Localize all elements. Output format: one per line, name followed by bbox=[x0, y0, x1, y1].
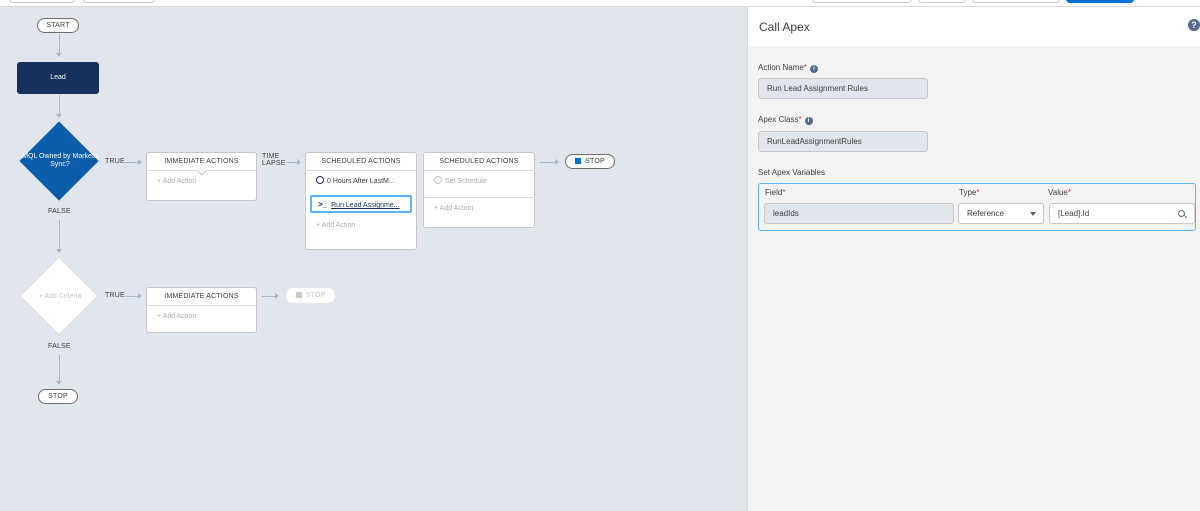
connector bbox=[262, 296, 276, 297]
card-title: SCHEDULED ACTIONS bbox=[306, 153, 416, 171]
value-column-label: Value* bbox=[1048, 188, 1071, 197]
search-icon[interactable] bbox=[1178, 210, 1185, 217]
stop-node-2: STOP bbox=[286, 288, 335, 303]
toolbar bbox=[0, 0, 1200, 7]
criteria-label: MQL Owned by Marketo Sync? bbox=[22, 153, 98, 168]
scheduled-actions-card: SCHEDULED ACTIONS 0 Hours After LastM...… bbox=[305, 152, 417, 250]
field-column-label: Field* bbox=[765, 188, 786, 197]
question-icon[interactable]: ? bbox=[1188, 19, 1200, 31]
apex-class-field[interactable]: RunLeadAssignmentRules bbox=[758, 131, 928, 152]
start-node: START bbox=[37, 18, 79, 33]
false-label: FALSE bbox=[48, 208, 71, 215]
apex-class-label: Apex Class* i bbox=[758, 115, 813, 125]
toolbar-button[interactable] bbox=[918, 0, 966, 3]
stop-node: STOP bbox=[565, 154, 615, 169]
true-label: TRUE bbox=[105, 158, 125, 165]
false-label: FALSE bbox=[48, 343, 71, 350]
add-action-button[interactable]: + Add Action bbox=[306, 215, 416, 237]
arrow-down-icon bbox=[56, 114, 62, 118]
toolbar-button[interactable] bbox=[9, 0, 75, 3]
scheduled-actions-card-2: SCHEDULED ACTIONS Set Schedule + Add Act… bbox=[423, 152, 535, 228]
toolbar-primary-button[interactable] bbox=[1066, 0, 1134, 3]
toolbar-button[interactable] bbox=[812, 0, 912, 3]
chevron-down-icon bbox=[1030, 212, 1036, 216]
process-canvas: START Lead MQL Owned by Marketo Sync? TR… bbox=[0, 7, 747, 511]
connector bbox=[125, 296, 139, 297]
call-apex-panel: Call Apex ? Action Name* i Run Lead Assig… bbox=[747, 7, 1200, 511]
connector bbox=[59, 34, 60, 54]
stop-icon bbox=[575, 158, 582, 164]
add-criteria-label: + Add Criteria bbox=[38, 293, 82, 300]
field-input[interactable]: leadIds bbox=[764, 203, 954, 224]
connector bbox=[59, 355, 60, 382]
true-label: TRUE bbox=[105, 292, 125, 299]
time-lapse-label: TIME LAPSE bbox=[262, 153, 286, 167]
connector bbox=[125, 162, 139, 163]
arrow-down-icon bbox=[56, 249, 62, 253]
set-schedule-row[interactable]: Set Schedule bbox=[424, 171, 534, 193]
type-select[interactable]: Reference bbox=[958, 203, 1044, 224]
connector bbox=[540, 162, 556, 163]
connector bbox=[59, 220, 60, 250]
arrow-right-icon bbox=[275, 293, 279, 299]
toolbar-button[interactable] bbox=[972, 0, 1060, 3]
info-icon[interactable]: i bbox=[809, 65, 818, 73]
type-column-label: Type* bbox=[959, 188, 980, 197]
immediate-actions-card-2: IMMEDIATE ACTIONS + Add Action bbox=[146, 287, 257, 333]
arrow-right-icon bbox=[138, 159, 142, 165]
apex-variables-row: Field* Type* Value* leadIds Reference [L… bbox=[758, 183, 1196, 231]
apex-icon: >_ bbox=[318, 200, 328, 209]
object-node-lead[interactable]: Lead bbox=[17, 62, 99, 94]
arrow-down-icon bbox=[56, 381, 62, 385]
card-title: SCHEDULED ACTIONS bbox=[424, 153, 534, 171]
arrow-right-icon bbox=[138, 293, 142, 299]
add-action-button[interactable]: + Add Action bbox=[147, 306, 256, 328]
add-action-button[interactable]: + Add Action bbox=[424, 197, 534, 219]
card-title: IMMEDIATE ACTIONS bbox=[147, 153, 256, 176]
action-name-label: Action Name* i bbox=[758, 63, 818, 73]
panel-title: Call Apex bbox=[759, 20, 810, 34]
arrow-right-icon bbox=[555, 159, 559, 165]
toolbar-button[interactable] bbox=[83, 0, 155, 3]
arrow-right-icon bbox=[297, 159, 301, 165]
connector bbox=[59, 95, 60, 115]
stop-node-3: STOP bbox=[38, 389, 78, 404]
clock-icon bbox=[434, 176, 442, 184]
schedule-row[interactable]: 0 Hours After LastM... bbox=[306, 171, 416, 193]
info-icon[interactable]: i bbox=[804, 117, 813, 125]
card-title: IMMEDIATE ACTIONS bbox=[147, 288, 256, 306]
apex-action-row[interactable]: >_ Run Lead Assignme... bbox=[310, 195, 412, 213]
stop-icon bbox=[295, 292, 302, 298]
immediate-actions-card: IMMEDIATE ACTIONS + Add Action bbox=[146, 152, 257, 201]
action-name-field[interactable]: Run Lead Assignment Rules bbox=[758, 78, 928, 99]
arrow-down-icon bbox=[56, 53, 62, 57]
panel-header: Call Apex ? bbox=[748, 7, 1200, 46]
clock-icon bbox=[316, 176, 324, 184]
set-apex-variables-label: Set Apex Variables bbox=[758, 168, 826, 177]
value-lookup[interactable]: [Lead].Id bbox=[1049, 203, 1195, 224]
